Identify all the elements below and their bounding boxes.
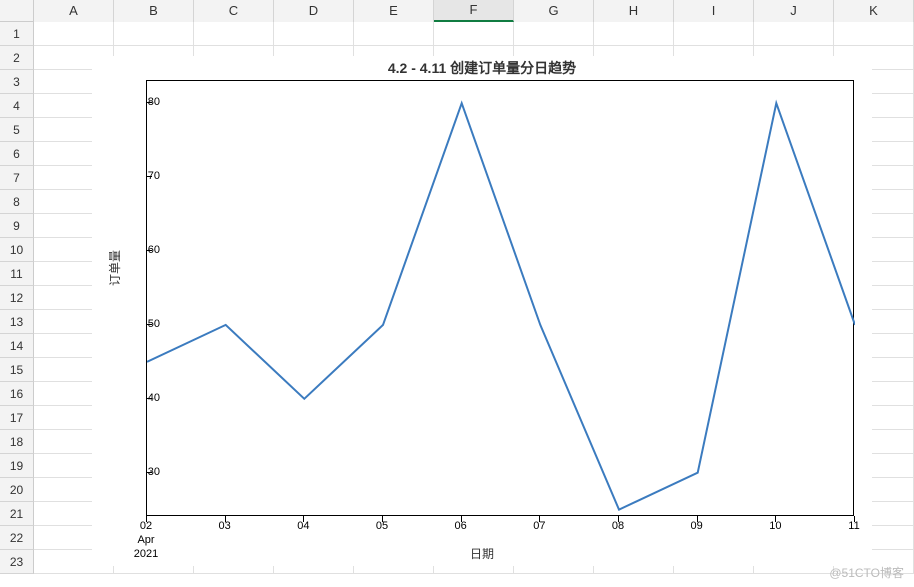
xtick-label: 06: [441, 520, 481, 534]
row-header-14[interactable]: 14: [0, 334, 34, 358]
xtick-mark: [225, 516, 226, 522]
spreadsheet-sheet: ABCDEFGHIJK 1234567891011121314151617181…: [0, 0, 914, 587]
col-header-k[interactable]: K: [834, 0, 914, 22]
col-header-d[interactable]: D: [274, 0, 354, 22]
col-header-i[interactable]: I: [674, 0, 754, 22]
cell-E1[interactable]: [354, 22, 434, 46]
xtick-mark: [775, 516, 776, 522]
col-header-j[interactable]: J: [754, 0, 834, 22]
ytick-label: 50: [118, 318, 160, 330]
xtick-label: 02Apr2021: [126, 520, 166, 561]
xtick-label: 11: [834, 520, 874, 534]
row-header-8[interactable]: 8: [0, 190, 34, 214]
col-header-h[interactable]: H: [594, 0, 674, 22]
x-axis-label: 日期: [92, 545, 872, 562]
chart-container[interactable]: 4.2 - 4.11 创建订单量分日趋势 订单量 日期 304050607080…: [92, 56, 872, 566]
line-chart-svg: [147, 81, 855, 517]
col-header-a[interactable]: A: [34, 0, 114, 22]
row-header-19[interactable]: 19: [0, 454, 34, 478]
row-header-12[interactable]: 12: [0, 286, 34, 310]
select-all-corner[interactable]: [0, 0, 34, 22]
col-header-b[interactable]: B: [114, 0, 194, 22]
cell-K1[interactable]: [834, 22, 914, 46]
row-header-10[interactable]: 10: [0, 238, 34, 262]
xtick-label: 10: [755, 520, 795, 534]
cell-J1[interactable]: [754, 22, 834, 46]
xtick-label: 05: [362, 520, 402, 534]
xtick-mark: [618, 516, 619, 522]
chart-title: 4.2 - 4.11 创建订单量分日趋势: [92, 56, 872, 78]
cell-G1[interactable]: [514, 22, 594, 46]
ytick-label: 40: [118, 392, 160, 404]
ytick-label: 80: [118, 96, 160, 108]
row-1: 1: [0, 22, 914, 46]
xtick-label: 04: [283, 520, 323, 534]
xtick-mark: [854, 516, 855, 522]
row-header-21[interactable]: 21: [0, 502, 34, 526]
row-header-13[interactable]: 13: [0, 310, 34, 334]
xtick-mark: [697, 516, 698, 522]
data-line: [147, 103, 855, 509]
row-header-1[interactable]: 1: [0, 22, 34, 46]
row-header-23[interactable]: 23: [0, 550, 34, 574]
plot-area: [146, 80, 854, 516]
row-header-16[interactable]: 16: [0, 382, 34, 406]
ytick-mark: [146, 250, 152, 251]
xtick-label: 07: [519, 520, 559, 534]
xtick-mark: [382, 516, 383, 522]
row-header-6[interactable]: 6: [0, 142, 34, 166]
row-header-17[interactable]: 17: [0, 406, 34, 430]
xtick-mark: [461, 516, 462, 522]
xtick-label: 03: [205, 520, 245, 534]
row-header-2[interactable]: 2: [0, 46, 34, 70]
xtick-mark: [303, 516, 304, 522]
col-header-e[interactable]: E: [354, 0, 434, 22]
col-header-g[interactable]: G: [514, 0, 594, 22]
ytick-mark: [146, 472, 152, 473]
watermark-text: @51CTO博客: [829, 564, 904, 581]
row-header-7[interactable]: 7: [0, 166, 34, 190]
row-header-22[interactable]: 22: [0, 526, 34, 550]
xtick-mark: [539, 516, 540, 522]
ytick-label: 60: [118, 244, 160, 256]
row-header-15[interactable]: 15: [0, 358, 34, 382]
cell-H1[interactable]: [594, 22, 674, 46]
cell-C1[interactable]: [194, 22, 274, 46]
row-header-3[interactable]: 3: [0, 70, 34, 94]
ytick-mark: [146, 398, 152, 399]
xtick-label: 09: [677, 520, 717, 534]
cell-I1[interactable]: [674, 22, 754, 46]
row-header-5[interactable]: 5: [0, 118, 34, 142]
row-header-9[interactable]: 9: [0, 214, 34, 238]
ytick-mark: [146, 176, 152, 177]
column-headers-row: ABCDEFGHIJK: [0, 0, 914, 22]
ytick-mark: [146, 324, 152, 325]
ytick-mark: [146, 102, 152, 103]
ytick-label: 70: [118, 170, 160, 182]
col-header-f[interactable]: F: [434, 0, 514, 22]
row-header-4[interactable]: 4: [0, 94, 34, 118]
cell-B1[interactable]: [114, 22, 194, 46]
xtick-label: 08: [598, 520, 638, 534]
row-header-18[interactable]: 18: [0, 430, 34, 454]
ytick-label: 30: [118, 466, 160, 478]
row-header-11[interactable]: 11: [0, 262, 34, 286]
cell-D1[interactable]: [274, 22, 354, 46]
row-header-20[interactable]: 20: [0, 478, 34, 502]
cell-A1[interactable]: [34, 22, 114, 46]
xtick-mark: [146, 516, 147, 522]
cell-F1[interactable]: [434, 22, 514, 46]
col-header-c[interactable]: C: [194, 0, 274, 22]
